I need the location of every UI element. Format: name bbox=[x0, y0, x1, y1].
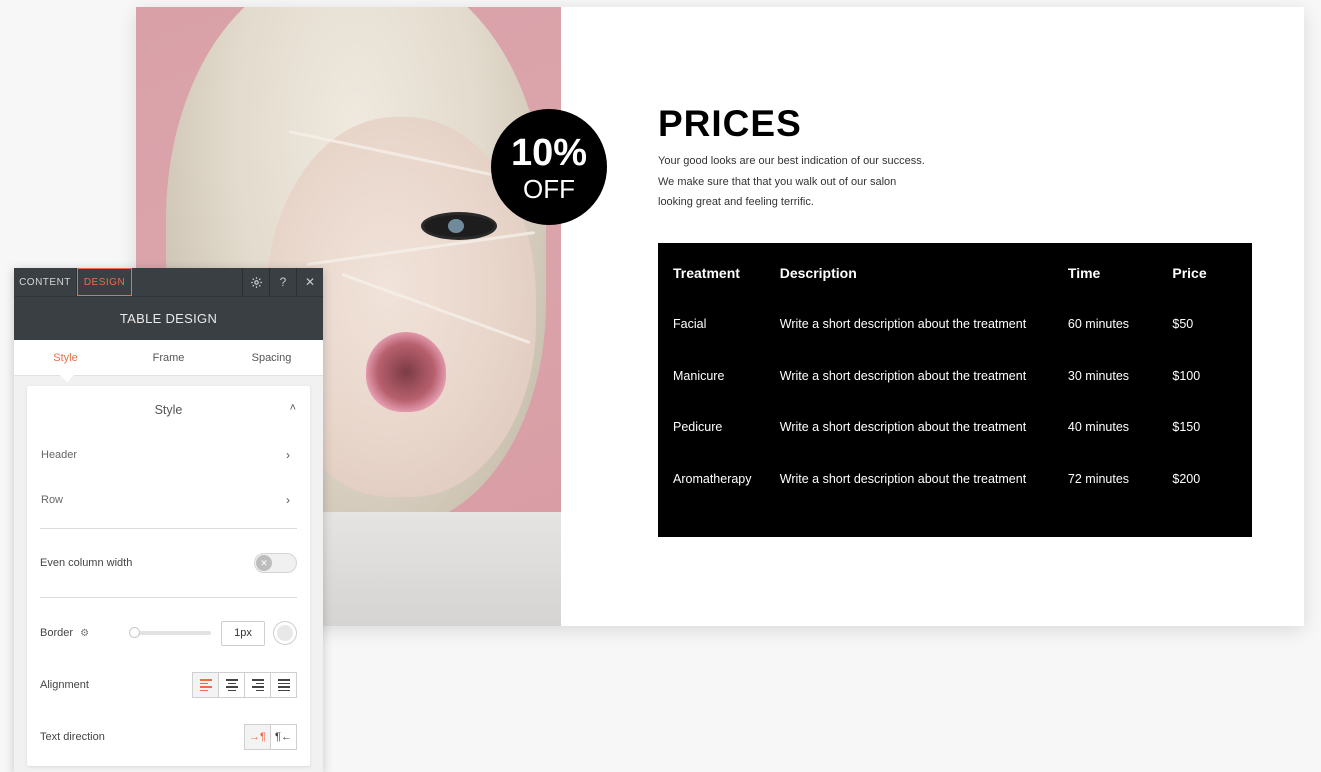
table-row: Aromatherapy Write a short description a… bbox=[673, 464, 1252, 516]
table-header-cell: Description bbox=[779, 265, 857, 281]
border-label: Border ⚙ bbox=[40, 627, 131, 639]
table-cell: 40 minutes bbox=[1067, 420, 1130, 434]
border-row: Border ⚙ 1px bbox=[27, 598, 310, 668]
prices-description: Your good looks are our best indication … bbox=[658, 151, 948, 213]
panel-title: TABLE DESIGN bbox=[14, 296, 323, 340]
gear-icon[interactable]: ⚙ bbox=[80, 628, 89, 639]
align-left-icon bbox=[199, 679, 212, 691]
even-column-width-toggle[interactable]: ✕ bbox=[254, 553, 297, 573]
row-style-label: Row bbox=[41, 493, 64, 506]
close-button[interactable]: ✕ bbox=[296, 268, 323, 296]
style-group-title: Style bbox=[154, 403, 183, 417]
rtl-button[interactable]: ¶← bbox=[270, 724, 297, 750]
badge-percent: 10% bbox=[510, 132, 588, 174]
align-right-icon bbox=[251, 679, 264, 691]
description-line: We make sure that that you walk out of o… bbox=[658, 175, 897, 188]
table-cell: 72 minutes bbox=[1067, 471, 1130, 486]
table-cell: 60 minutes bbox=[1067, 317, 1130, 331]
style-group: Style ˄ Header › Row › Even column width… bbox=[27, 386, 310, 766]
header-style-link[interactable]: Header › bbox=[27, 432, 310, 477]
table-cell: Pedicure bbox=[673, 420, 723, 434]
table-header-cell: Treatment bbox=[673, 265, 740, 281]
tab-spacing[interactable]: Spacing bbox=[220, 340, 323, 375]
text-direction-label: Text direction bbox=[40, 731, 105, 743]
table-cell: $100 bbox=[1172, 368, 1201, 383]
border-label-text: Border bbox=[40, 627, 74, 639]
table-row: Facial Write a short description about t… bbox=[673, 309, 1252, 361]
table-header-cell: Price bbox=[1172, 265, 1207, 281]
photo-mouth bbox=[366, 332, 446, 412]
align-left-button[interactable] bbox=[192, 672, 219, 698]
gear-icon bbox=[250, 276, 262, 288]
table-cell: Write a short description about the trea… bbox=[779, 471, 1027, 486]
tab-design[interactable]: DESIGN bbox=[77, 268, 132, 296]
style-group-header[interactable]: Style ˄ bbox=[27, 386, 310, 432]
table-cell: Aromatherapy bbox=[673, 471, 752, 486]
ltr-button[interactable]: →¶ bbox=[244, 724, 271, 750]
border-slider[interactable] bbox=[129, 627, 211, 638]
slider-thumb[interactable] bbox=[129, 627, 140, 638]
even-column-width-label: Even column width bbox=[40, 557, 133, 569]
table-cell: $50 bbox=[1172, 317, 1194, 331]
align-center-button[interactable] bbox=[218, 672, 245, 698]
header-style-label: Header bbox=[41, 448, 78, 461]
align-center-icon bbox=[225, 679, 238, 691]
tab-style[interactable]: Style bbox=[14, 340, 117, 375]
table-row: Pedicure Write a short description about… bbox=[673, 412, 1252, 464]
table-cell: Write a short description about the trea… bbox=[779, 420, 1027, 434]
description-line: Your good looks are our best indication … bbox=[658, 155, 925, 167]
prices-title: PRICES bbox=[658, 103, 802, 144]
settings-button[interactable] bbox=[242, 268, 269, 296]
description-line: looking great and feeling terrific. bbox=[658, 196, 814, 208]
table-header-row: Treatment Description Time Price bbox=[673, 265, 1252, 309]
ltr-icon: →¶ bbox=[249, 731, 266, 743]
chevron-right-icon: › bbox=[286, 492, 290, 507]
table-cell: Write a short description about the trea… bbox=[779, 317, 1027, 331]
align-justify-button[interactable] bbox=[270, 672, 297, 698]
table-cell: 30 minutes bbox=[1067, 368, 1130, 383]
help-icon: ? bbox=[279, 275, 287, 289]
help-button[interactable]: ? bbox=[269, 268, 296, 296]
close-icon: ✕ bbox=[256, 555, 272, 571]
photo-eye bbox=[424, 215, 494, 237]
text-direction-buttons: →¶ ¶← bbox=[244, 724, 297, 750]
tab-frame[interactable]: Frame bbox=[117, 340, 220, 375]
chevron-right-icon: › bbox=[286, 447, 290, 462]
align-right-button[interactable] bbox=[244, 672, 271, 698]
alignment-buttons bbox=[192, 672, 297, 698]
rtl-icon: ¶← bbox=[275, 731, 292, 743]
border-width-input[interactable]: 1px bbox=[221, 620, 265, 646]
alignment-label: Alignment bbox=[40, 679, 89, 691]
border-color-picker[interactable] bbox=[273, 621, 297, 645]
chevron-up-icon: ˄ bbox=[289, 402, 296, 414]
discount-badge: 10% OFF bbox=[491, 109, 607, 225]
table-cell: $150 bbox=[1172, 420, 1201, 434]
align-justify-icon bbox=[277, 679, 290, 691]
price-table[interactable]: Treatment Description Time Price Facial … bbox=[658, 243, 1252, 537]
row-style-link[interactable]: Row › bbox=[27, 477, 310, 522]
panel-toolbar: CONTENT DESIGN ? ✕ bbox=[14, 268, 323, 296]
active-tab-pointer bbox=[60, 375, 74, 382]
table-header-cell: Time bbox=[1067, 265, 1101, 281]
design-panel: CONTENT DESIGN ? ✕ TABLE DESIGN Style Fr… bbox=[14, 268, 323, 772]
close-icon: ✕ bbox=[304, 275, 316, 289]
tab-content[interactable]: CONTENT bbox=[14, 268, 77, 296]
table-cell: $200 bbox=[1172, 471, 1201, 486]
badge-off: OFF bbox=[523, 174, 575, 204]
table-cell: Manicure bbox=[673, 368, 725, 383]
alignment-row: Alignment bbox=[27, 668, 310, 702]
table-cell: Write a short description about the trea… bbox=[779, 368, 1027, 383]
even-column-width-row: Even column width ✕ bbox=[27, 529, 310, 597]
table-cell: Facial bbox=[673, 317, 707, 331]
table-row: Manicure Write a short description about… bbox=[673, 361, 1252, 413]
text-direction-row: Text direction →¶ ¶← bbox=[27, 702, 310, 772]
subtab-bar: Style Frame Spacing bbox=[14, 340, 323, 382]
